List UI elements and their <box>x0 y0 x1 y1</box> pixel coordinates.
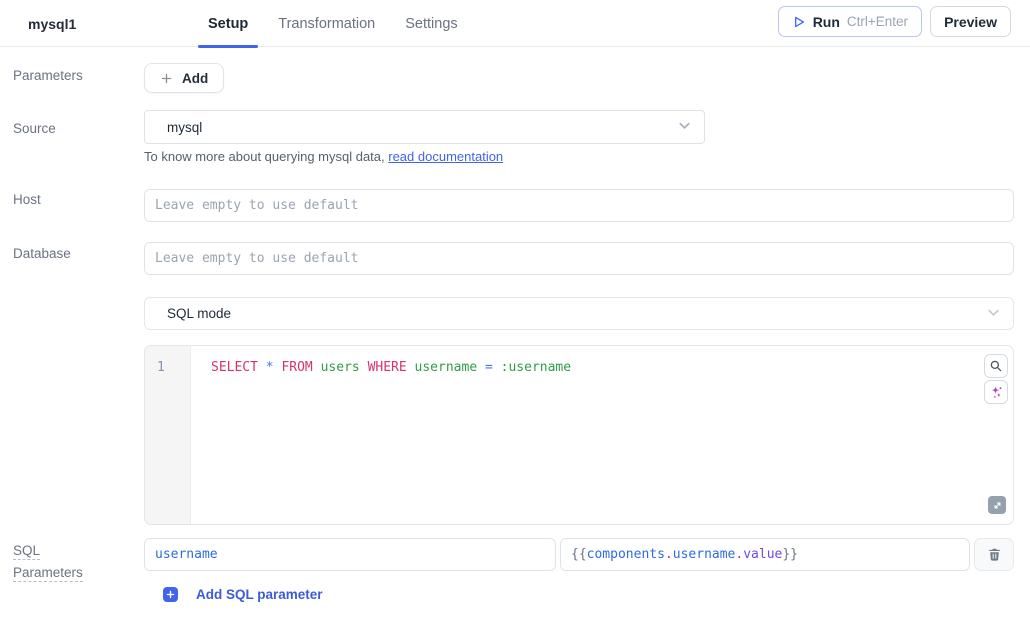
source-value: mysql <box>167 120 202 135</box>
chevron-down-icon <box>986 305 1001 323</box>
delete-sql-param-button[interactable] <box>974 538 1014 571</box>
source-label: Source <box>13 121 56 136</box>
source-help-text: To know more about querying mysql data, … <box>144 149 503 164</box>
read-documentation-link[interactable]: read documentation <box>388 149 503 164</box>
chevron-down-icon <box>677 118 692 136</box>
trash-icon <box>987 547 1002 562</box>
tab-transformation[interactable]: Transformation <box>268 0 385 47</box>
query-editor-page: mysql1 Setup Transformation Settings Run… <box>0 0 1030 621</box>
add-label: Add <box>182 71 208 86</box>
host-input[interactable] <box>144 189 1014 222</box>
sql-mode-value: SQL mode <box>167 306 231 321</box>
parameters-label: Parameters <box>13 68 83 83</box>
expand-editor-button[interactable] <box>988 496 1006 514</box>
sparkle-icon <box>989 385 1004 400</box>
editor-gutter <box>145 346 191 524</box>
source-select[interactable]: mysql <box>144 110 705 144</box>
sql-param-value-input[interactable]: {{components.username.value}} <box>560 538 970 571</box>
plus-square-icon <box>163 587 178 602</box>
play-icon <box>792 15 806 29</box>
sql-param-key-input[interactable] <box>144 538 556 571</box>
sql-parameters-label: SQL Parameters <box>13 540 83 584</box>
add-parameter-button[interactable]: Add <box>144 63 224 93</box>
tab-settings[interactable]: Settings <box>395 0 467 47</box>
sql-code-editor[interactable]: 1 SELECT * FROM users WHERE username = :… <box>144 345 1014 525</box>
database-input[interactable] <box>144 242 1014 275</box>
expand-icon <box>992 500 1003 511</box>
tab-bar: Setup Transformation Settings <box>198 0 468 47</box>
add-sql-parameter-button[interactable]: Add SQL parameter <box>163 587 323 602</box>
sql-mode-select[interactable]: SQL mode <box>144 297 1014 330</box>
query-title[interactable]: mysql1 <box>28 0 76 47</box>
editor-search-button[interactable] <box>984 354 1008 378</box>
ai-sparkle-button[interactable] <box>984 380 1008 404</box>
preview-button[interactable]: Preview <box>930 6 1011 37</box>
run-shortcut: Ctrl+Enter <box>847 14 908 29</box>
sql-query-text[interactable]: SELECT * FROM users WHERE username = :us… <box>211 360 571 375</box>
header: mysql1 Setup Transformation Settings Run… <box>0 0 1030 47</box>
tab-setup[interactable]: Setup <box>198 0 258 47</box>
host-label: Host <box>13 192 41 207</box>
search-icon <box>989 359 1003 373</box>
line-number: 1 <box>157 360 165 375</box>
database-label: Database <box>13 246 71 261</box>
plus-icon <box>160 72 173 85</box>
add-sql-parameter-label: Add SQL parameter <box>196 587 323 602</box>
run-button[interactable]: Run Ctrl+Enter <box>778 6 922 37</box>
run-label: Run <box>813 14 840 30</box>
header-actions: Run Ctrl+Enter Preview <box>778 6 1011 37</box>
